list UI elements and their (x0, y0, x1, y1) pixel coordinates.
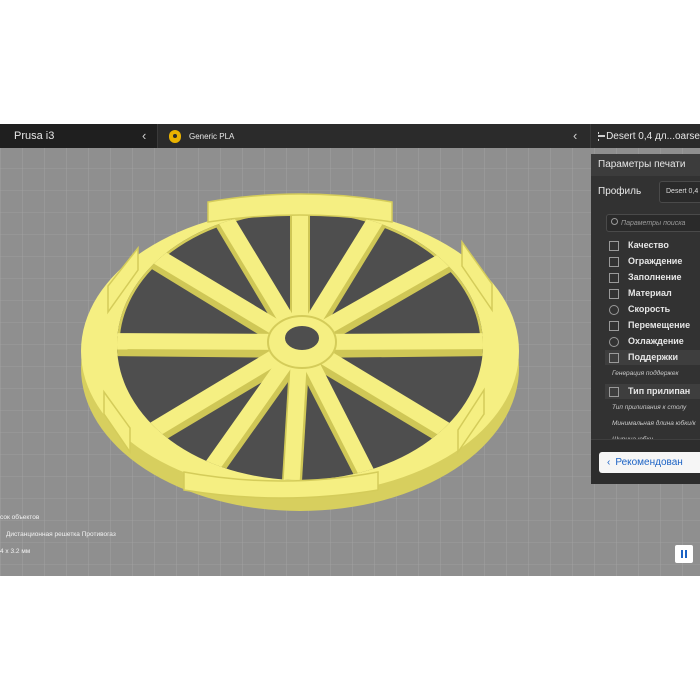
settings-search-input[interactable]: Параметры поиска (606, 214, 700, 232)
adhesion-icon (609, 386, 619, 397)
setting-support-generation[interactable]: Генерация поддержек (612, 370, 679, 377)
chevron-left-icon[interactable]: ‹ (142, 128, 146, 143)
category-label: Заполнение (628, 272, 682, 282)
print-settings-panel: Параметры печати Профиль Desert 0,4 Пара… (591, 154, 700, 484)
object-name: Дистанционная решетка Противогаз (6, 531, 116, 538)
category-label: Перемещение (628, 320, 691, 330)
category-support[interactable]: Поддержки (605, 350, 700, 365)
search-icon (611, 218, 618, 225)
object-list-toggle[interactable]: сок объектов (0, 514, 39, 521)
category-cooling[interactable]: Охлаждение (605, 334, 700, 349)
panel-footer: ‹ Рекомендован (591, 439, 700, 484)
material-name: Generic PLA (189, 131, 235, 141)
category-label: Охлаждение (628, 336, 684, 346)
printer-selector[interactable]: Prusa i3 ‹ (0, 124, 158, 148)
profile-summary: Desert 0,4 дл...oarse (606, 130, 700, 142)
material-selector[interactable]: Generic PLA ‹ (159, 124, 591, 148)
support-icon (609, 352, 619, 363)
category-label: Ограждение (628, 256, 683, 266)
category-label: Материал (628, 288, 672, 298)
setting-skirt-min-length[interactable]: Минимальная длина юбки/к (612, 420, 696, 427)
category-infill[interactable]: Заполнение (605, 270, 700, 285)
panel-title: Параметры печати (591, 154, 700, 176)
settings-sliders-icon (598, 131, 606, 141)
category-quality[interactable]: Качество (605, 238, 700, 253)
category-travel[interactable]: Перемещение (605, 318, 700, 333)
travel-icon (609, 320, 619, 331)
pause-icon (681, 550, 687, 558)
printer-name: Prusa i3 (14, 130, 55, 142)
object-dimensions: 4 x 3.2 мм (0, 548, 31, 555)
quality-icon (609, 240, 619, 251)
search-placeholder: Параметры поиска (621, 220, 686, 227)
recommended-label: Рекомендован (615, 457, 683, 468)
shell-icon (609, 256, 619, 267)
profile-dropdown[interactable]: Desert 0,4 (659, 181, 700, 203)
category-label: Поддержки (628, 352, 679, 362)
material-icon (609, 288, 619, 299)
category-label: Скорость (628, 304, 671, 314)
top-toolbar: Prusa i3 ‹ Generic PLA ‹ Desert 0,4 дл..… (0, 124, 700, 148)
chevron-left-icon: ‹ (607, 457, 611, 468)
profile-label: Профиль (598, 186, 642, 197)
setting-adhesion-type[interactable]: Тип прилипания к столу (612, 404, 686, 411)
print-settings-selector[interactable]: Desert 0,4 дл...oarse (592, 124, 700, 148)
chevron-left-icon[interactable]: ‹ (573, 128, 577, 143)
category-label: Тип прилипан (628, 386, 691, 396)
category-material[interactable]: Материал (605, 286, 700, 301)
infill-icon (609, 272, 619, 283)
spool-location-icon (169, 129, 181, 143)
cooling-icon (609, 336, 619, 347)
category-label: Качество (628, 240, 669, 250)
view-mode-button[interactable] (675, 545, 693, 563)
recommended-button[interactable]: ‹ Рекомендован (599, 452, 700, 473)
category-speed[interactable]: Скорость (605, 302, 700, 317)
cura-window: Prusa i3 ‹ Generic PLA ‹ Desert 0,4 дл..… (0, 124, 700, 576)
speed-icon (609, 304, 619, 315)
category-adhesion[interactable]: Тип прилипан (605, 384, 700, 399)
category-shell[interactable]: Ограждение (605, 254, 700, 269)
